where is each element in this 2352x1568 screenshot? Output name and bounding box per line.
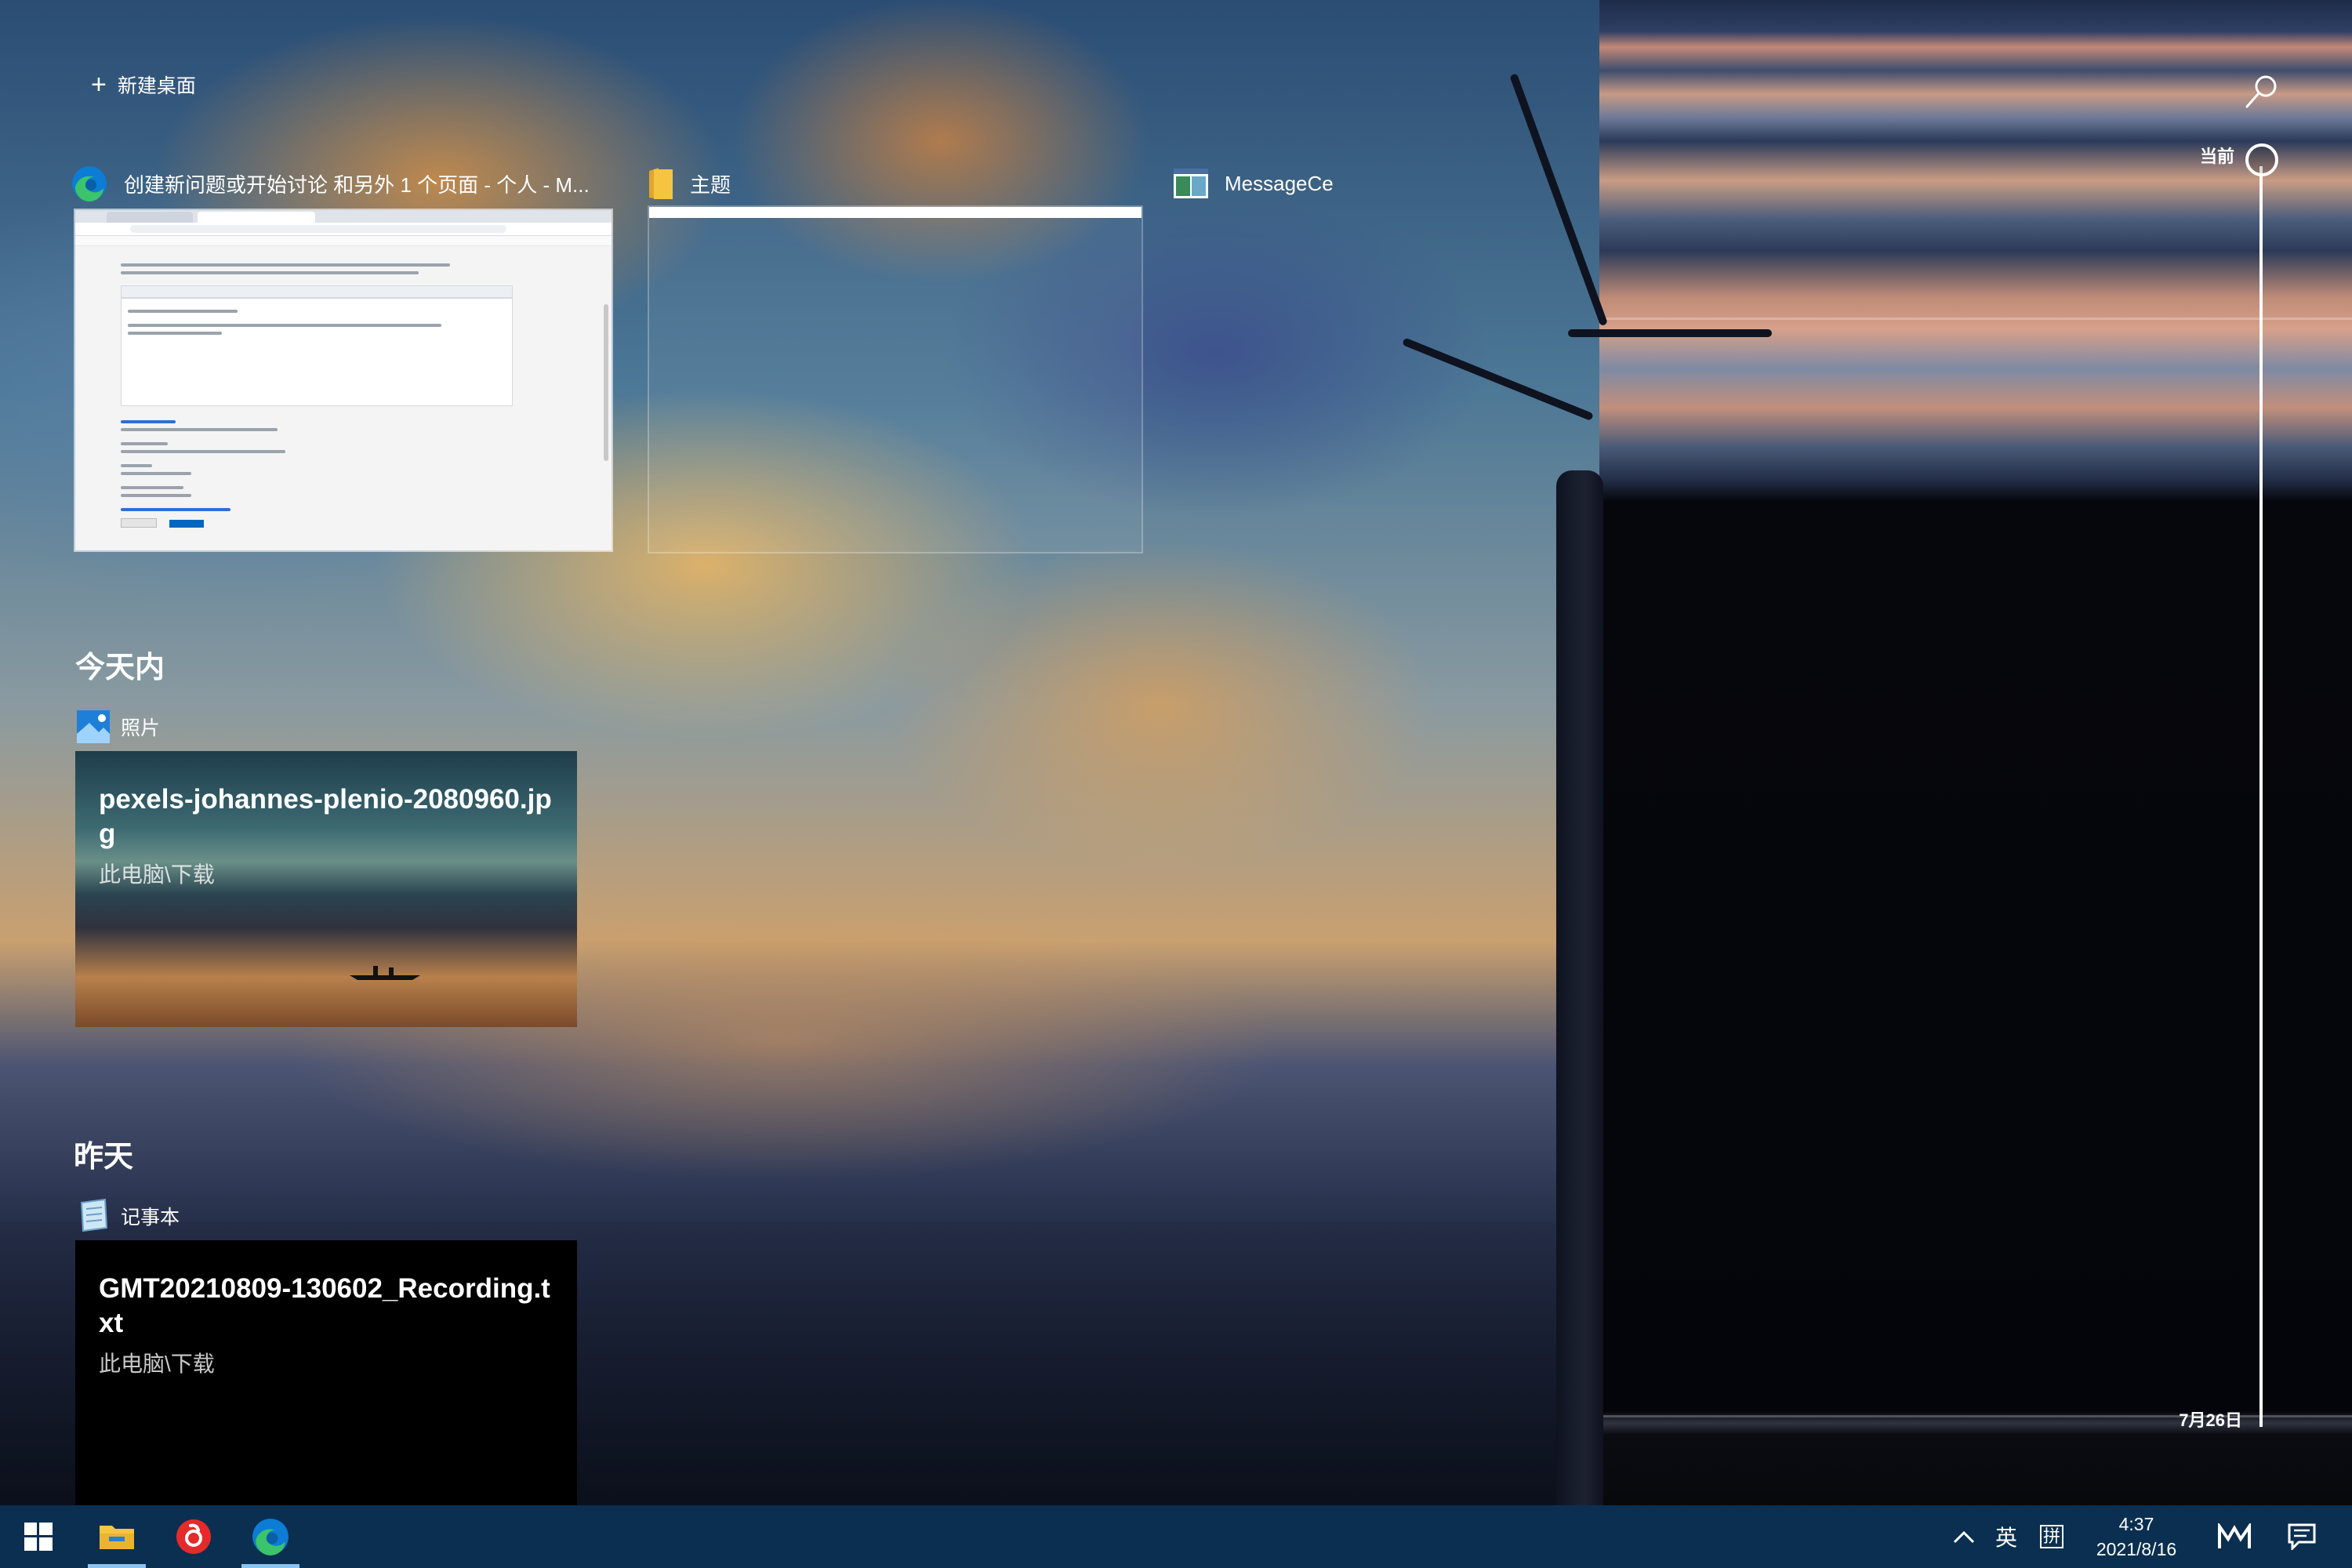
section-heading-yesterday: 昨天 xyxy=(74,1141,134,1174)
wallpaper-branch xyxy=(1568,329,1772,337)
netease-music-icon xyxy=(176,1519,211,1554)
taskbar-tray-app[interactable] xyxy=(2211,1505,2258,1568)
card-title: pexels-johannes-plenio-2080960.jpg xyxy=(99,784,552,849)
card-location: 此电脑\下载 xyxy=(99,862,215,887)
task-view-window-edge[interactable]: 创建新问题或开始讨论 和另外 1 个页面 - 个人 - M... xyxy=(71,165,590,202)
activity-card-photo[interactable]: pexels-johannes-plenio-2080960.jpg 此电脑\下… xyxy=(75,751,577,1027)
search-icon[interactable] xyxy=(2242,72,2281,111)
window-title: MessageCe xyxy=(1225,171,1334,195)
window-title: 创建新问题或开始讨论 和另外 1 个页面 - 个人 - M... xyxy=(124,172,590,197)
photos-icon xyxy=(77,710,110,743)
strip-divider xyxy=(1599,318,2352,320)
folder-icon xyxy=(649,168,673,199)
thumb-tab-strip xyxy=(75,210,612,223)
task-view-window-folder[interactable]: 主题 xyxy=(648,165,731,202)
taskbar-clock[interactable]: 4:37 2021/8/16 xyxy=(2070,1512,2203,1562)
task-view-window-messagece[interactable]: MessageCe xyxy=(1173,165,1334,202)
new-desktop-label: 新建桌面 xyxy=(117,75,196,97)
thumb-page-body xyxy=(121,259,513,532)
thumb-address-bar xyxy=(75,223,612,236)
edge-icon xyxy=(252,1519,289,1555)
window-title: 主题 xyxy=(690,172,731,197)
chevron-up-icon xyxy=(1953,1530,1975,1544)
action-center-button[interactable] xyxy=(2278,1505,2325,1568)
section-heading-today: 今天内 xyxy=(75,652,165,684)
activity-app-row-photos: 照片 xyxy=(75,709,160,745)
app-window-icon xyxy=(1174,169,1208,198)
notepad-icon xyxy=(80,1198,108,1232)
tray-app-icon xyxy=(2218,1523,2251,1548)
window-thumbnail-folder[interactable] xyxy=(648,205,1143,554)
taskbar-edge[interactable] xyxy=(235,1505,306,1568)
card-title: GMT20210809-130602_Recording.txt xyxy=(99,1273,550,1338)
thumb-title-bar xyxy=(649,207,1142,218)
timeline-current-label: 当前 xyxy=(2199,147,2234,166)
edge-icon xyxy=(72,166,107,202)
clock-date: 2021/8/16 xyxy=(2096,1539,2177,1559)
ime-mode-toggle[interactable]: 英 xyxy=(1987,1505,2026,1568)
taskbar-netease-music[interactable] xyxy=(158,1505,229,1568)
app-name: 照片 xyxy=(121,717,161,739)
activity-app-row-notepad: 记事本 xyxy=(75,1198,180,1234)
start-button[interactable] xyxy=(3,1505,74,1568)
clock-time: 4:37 xyxy=(2118,1514,2154,1534)
plus-icon: + xyxy=(91,70,107,100)
app-name: 记事本 xyxy=(121,1207,180,1229)
timeline-handle[interactable] xyxy=(2245,143,2278,176)
taskbar: 英 拼 4:37 2021/8/16 xyxy=(0,1505,2352,1568)
notification-icon xyxy=(2288,1523,2316,1550)
thumb-scrollbar xyxy=(604,304,608,461)
window-thumbnail-edge[interactable] xyxy=(75,210,612,550)
timeline-track[interactable] xyxy=(2259,166,2263,1427)
thumb-favorites-bar xyxy=(75,236,612,246)
card-location: 此电脑\下载 xyxy=(99,1352,215,1376)
windows-logo-icon xyxy=(24,1523,53,1551)
ime-layout-label: 拼 xyxy=(2039,1525,2063,1548)
wallpaper-tree xyxy=(1556,470,1603,1552)
show-hidden-icons-button[interactable] xyxy=(1944,1505,1984,1568)
new-desktop-button[interactable]: + 新建桌面 xyxy=(91,69,196,100)
ime-layout-indicator[interactable]: 拼 xyxy=(2032,1505,2071,1568)
boat-silhouette xyxy=(350,966,420,980)
file-explorer-icon xyxy=(100,1526,134,1549)
taskbar-file-explorer[interactable] xyxy=(82,1505,152,1568)
timeline-date-label[interactable]: 7月26日 xyxy=(2140,1406,2242,1432)
timeline-background-strip xyxy=(1599,0,2352,1568)
